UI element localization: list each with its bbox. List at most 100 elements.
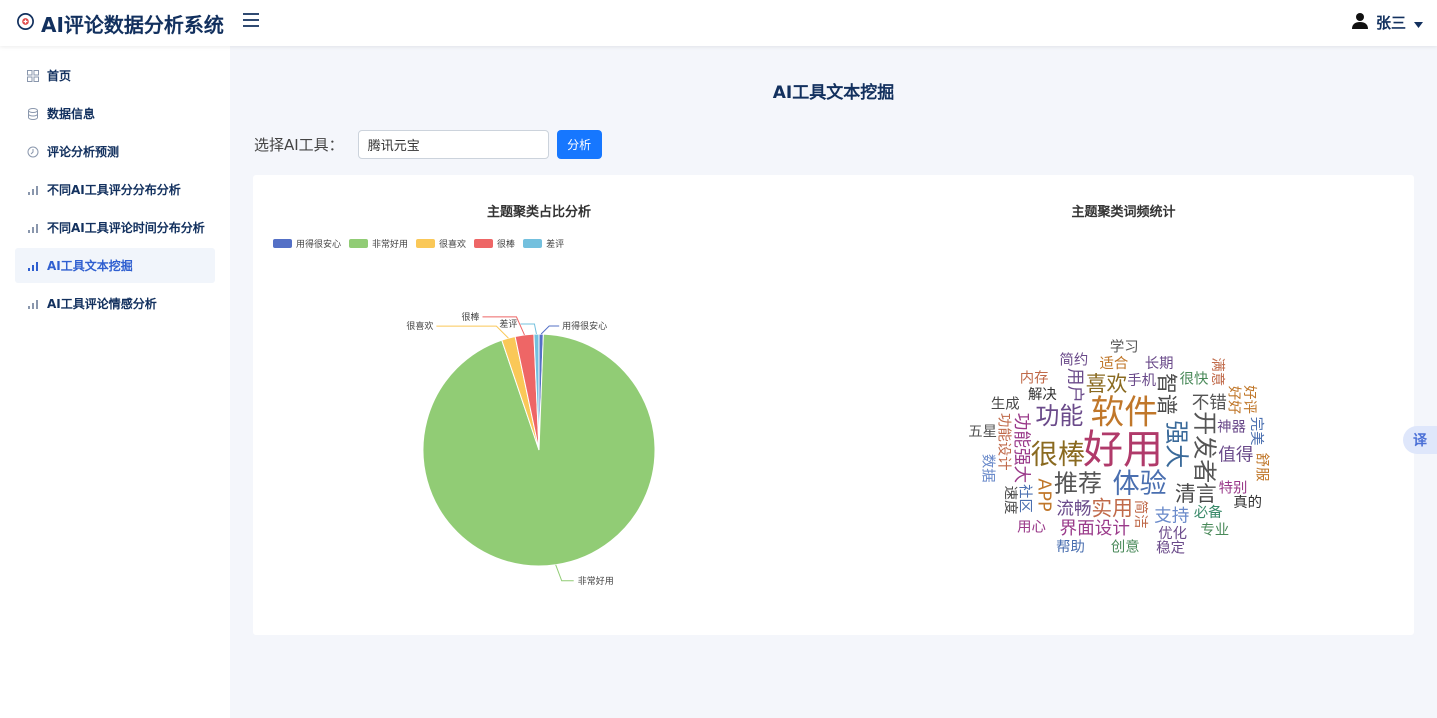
sidebar-item-sentiment-analysis[interactable]: AI工具评论情感分析: [15, 286, 215, 321]
pie-chart: 用得很安心非常好用 很喜欢 很棒差评: [406, 311, 656, 587]
word-cloud-word: 功能设计: [996, 413, 1013, 471]
word-cloud-word: 内存: [1020, 369, 1049, 386]
sidebar-item-label: AI工具文本挖掘: [47, 259, 133, 273]
word-cloud-word: 简洁: [1132, 500, 1149, 529]
clock-icon: [27, 146, 39, 158]
word-cloud-word: 帮助: [1056, 538, 1085, 555]
pie-label-line: [540, 325, 560, 335]
word-cloud-word: 强大: [1163, 420, 1191, 468]
word-cloud-word: 清言: [1175, 482, 1217, 506]
pie-slice-label: 很喜欢: [406, 320, 433, 332]
chart-card: 主题聚类占比分析 用得很安心 非常好用 很喜欢 很棒 差评 用得很安心 非常好用很…: [253, 175, 1414, 635]
sidebar-item-label: 数据信息: [47, 107, 96, 121]
database-icon: [27, 107, 39, 120]
sidebar-item-label: 首页: [47, 69, 72, 83]
bar-chart-icon: [27, 184, 39, 196]
word-cloud-word: 学习: [1110, 338, 1139, 355]
word-cloud-word: 简约: [1059, 352, 1088, 369]
word-cloud-word: 手机: [1127, 372, 1156, 389]
sidebar-item-data-info[interactable]: 数据信息: [15, 96, 215, 131]
sidebar-item-time-distribution[interactable]: 不同AI工具评论时间分布分析: [15, 210, 215, 245]
tool-select-label: 选择AI工具：: [254, 136, 344, 154]
word-cloud-word: 神器: [1217, 419, 1246, 436]
word-cloud-word: 体验: [1112, 469, 1166, 500]
word-cloud-word: 社区: [1017, 484, 1034, 513]
pie-label-line: [436, 325, 509, 339]
sidebar-item-text-mining[interactable]: AI工具文本挖掘: [15, 248, 215, 283]
sidebar-item-label: 不同AI工具评论时间分布分析: [47, 221, 205, 235]
word-cloud-word: 实用: [1091, 497, 1133, 521]
page-title: AI工具文本挖掘: [772, 83, 895, 103]
word-cloud-word: 用心: [1017, 518, 1046, 535]
app-title: AI评论数据分析系统: [41, 13, 224, 37]
word-cloud: 好用软件体验很棒 强大推荐 功能 开发者实用 喜欢 智谱清言流畅APP 支持 不错功能强大界面…: [968, 338, 1270, 556]
word-cloud-word: 很棒: [1031, 439, 1085, 470]
word-cloud-word: 智谱: [1155, 373, 1179, 415]
word-cloud-word: 长期: [1145, 355, 1174, 372]
bar-chart-icon: [27, 298, 39, 310]
word-cloud-word: 开发者: [1190, 411, 1218, 483]
sidebar-item-home[interactable]: 首页: [15, 58, 215, 93]
pie-slice-label: 非常好用: [578, 575, 614, 587]
tool-input[interactable]: [357, 130, 549, 159]
word-cloud-word: 稳定: [1156, 539, 1185, 556]
pie-label-line: [555, 564, 574, 582]
word-cloud-word: 专业: [1200, 522, 1229, 539]
word-cloud-word: 好评: [1241, 385, 1258, 414]
caret-down-icon: [1414, 14, 1423, 32]
tool-select-row: 选择AI工具： 分析: [254, 130, 602, 159]
top-bar: AI评论数据分析系统 张三: [0, 0, 1437, 46]
bar-chart-icon: [27, 222, 39, 234]
word-cloud-word: 界面设计: [1060, 519, 1130, 539]
word-cloud-word: 适合: [1100, 355, 1129, 372]
sidebar-item-review-prediction[interactable]: 评论分析预测: [15, 134, 215, 169]
word-cloud-word: 用户: [1065, 368, 1085, 403]
word-cloud-word: 推荐: [1054, 470, 1102, 498]
word-cloud-word: 功能: [1035, 402, 1083, 430]
word-cloud-word: 好用: [1083, 427, 1163, 473]
word-cloud-word: 创意: [1111, 538, 1140, 556]
word-cloud-word: 特别: [1219, 479, 1248, 496]
word-cloud-word: 真的: [1233, 493, 1262, 511]
user-menu[interactable]: 张三: [1351, 12, 1423, 33]
sidebar: 首页 数据信息 评论分析预测 不同AI工具评分分布分析 不同AI工具评论时间分布…: [0, 46, 230, 718]
word-cloud-word: 满意: [1209, 357, 1227, 386]
word-cloud-word: 生成: [991, 396, 1020, 413]
word-cloud-word: 完美: [1248, 417, 1265, 446]
word-cloud-word: 喜欢: [1086, 372, 1128, 396]
word-cloud-word: 功能强大: [1011, 413, 1031, 483]
brand: AI评论数据分析系统: [16, 9, 224, 38]
sidebar-item-label: 不同AI工具评分分布分析: [47, 183, 181, 197]
word-cloud-word: 优化: [1158, 525, 1187, 542]
word-cloud-word: 解决: [1028, 386, 1057, 403]
user-name: 张三: [1375, 14, 1406, 32]
word-cloud-word: 好好: [1226, 386, 1243, 415]
pie-slice-label: 很棒: [461, 311, 479, 323]
word-cloud-word: 值得: [1218, 446, 1253, 466]
pie-slice-label: 差评: [499, 318, 517, 330]
word-cloud-word: 五星: [968, 424, 997, 440]
word-cloud-word: 必备: [1194, 504, 1223, 521]
sidebar-item-label: 评论分析预测: [47, 145, 120, 159]
grid-icon: [27, 69, 39, 82]
word-cloud-word: 很快: [1180, 371, 1209, 388]
sidebar-item-label: AI工具评论情感分析: [47, 297, 157, 311]
word-cloud-word: 软件: [1091, 393, 1158, 432]
word-cloud-word: 数据: [980, 454, 997, 483]
shield-logo-icon: [16, 12, 35, 35]
word-cloud-word: 支持: [1154, 506, 1189, 526]
pie-label-line: [520, 323, 537, 335]
word-cloud-word: 速度: [1002, 486, 1019, 515]
word-cloud-word: 不错: [1192, 393, 1227, 413]
main-content: AI工具文本挖掘 选择AI工具： 分析 主题聚类占比分析 用得很安心 非常好用 …: [230, 46, 1437, 718]
menu-toggle-icon[interactable]: [242, 12, 260, 32]
translate-button[interactable]: 译: [1403, 426, 1437, 454]
word-cloud-word: 舒服: [1253, 453, 1270, 482]
bar-chart-icon: [27, 260, 39, 272]
sidebar-item-rating-distribution[interactable]: 不同AI工具评分分布分析: [15, 172, 215, 207]
pie-slice-label: 用得很安心: [562, 320, 607, 332]
word-cloud-word: APP: [1034, 478, 1054, 512]
word-cloud-word: 流畅: [1056, 499, 1091, 519]
analyze-button[interactable]: 分析: [556, 130, 602, 159]
user-icon: [1351, 12, 1368, 33]
